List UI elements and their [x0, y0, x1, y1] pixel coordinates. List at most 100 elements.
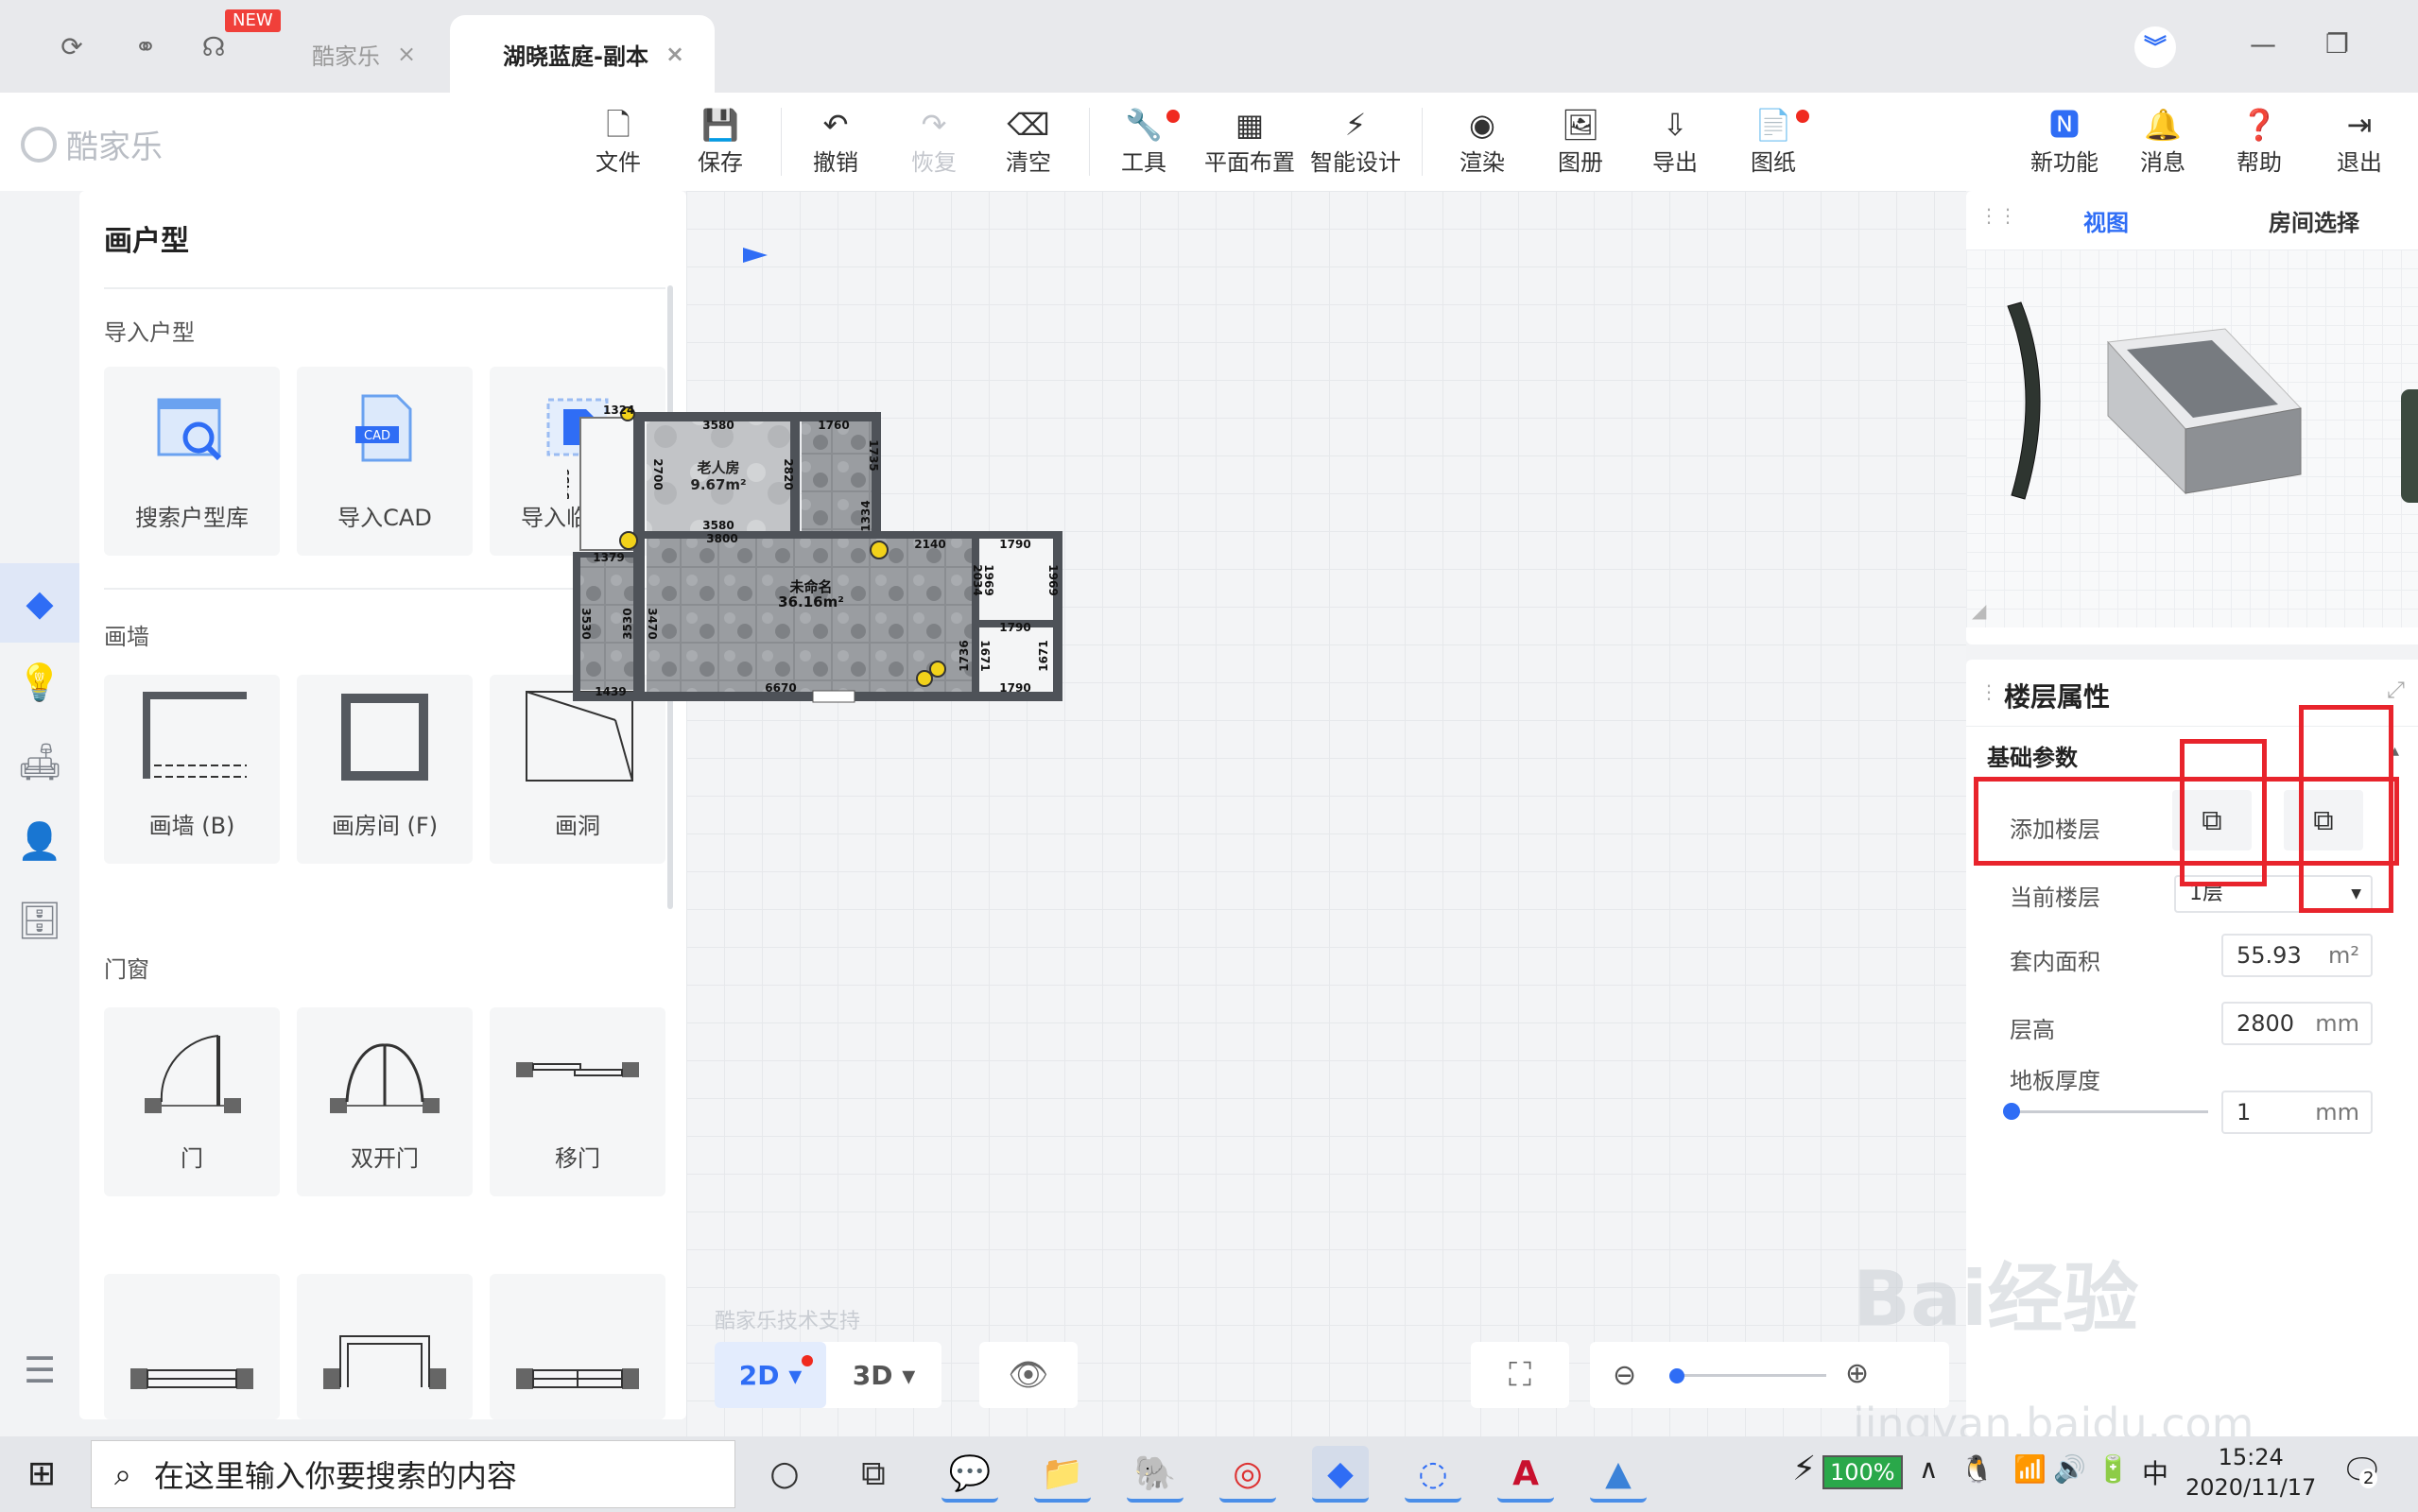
zoom-slider-handle[interactable] — [1669, 1368, 1684, 1383]
room-floor-main[interactable] — [647, 539, 972, 692]
card-label: 画洞 — [555, 813, 600, 839]
tray-expand-icon[interactable]: ∧ — [1919, 1453, 1939, 1485]
floor-thickness-input[interactable]: 1 mm — [2221, 1091, 2373, 1134]
cabinet-icon[interactable]: 🗄 — [0, 881, 79, 960]
evernote-icon[interactable]: 🐘 — [1127, 1446, 1183, 1503]
tab-project-copy[interactable]: 湖晓蓝庭-副本 × — [450, 15, 715, 93]
gallery-button[interactable]: 🖼 图册 — [1558, 106, 1603, 177]
minimize-icon[interactable]: — — [2250, 28, 2276, 60]
help-button[interactable]: ❓ 帮助 — [2237, 106, 2282, 177]
volume-icon[interactable]: 🔊 — [2053, 1453, 2086, 1485]
autocad-icon[interactable]: A — [1497, 1446, 1554, 1503]
user-icon[interactable]: 👤 — [0, 801, 79, 881]
inner-area-field[interactable]: 55.93 m² — [2221, 934, 2373, 977]
resize-handle-icon[interactable]: ◢ — [1972, 599, 1986, 622]
chevrons-down-icon[interactable]: ︾ — [2134, 26, 2176, 68]
thickness-slider-handle[interactable] — [2003, 1103, 2020, 1120]
dim-label: 3530 — [621, 608, 634, 639]
render-button[interactable]: ◉ 渲染 — [1459, 106, 1505, 177]
thickness-slider-track[interactable] — [2010, 1110, 2208, 1113]
close-icon[interactable]: × — [665, 41, 684, 67]
zoom-out-icon[interactable]: ⊖ — [1613, 1359, 1636, 1392]
restore-icon[interactable]: ❐ — [2325, 28, 2349, 60]
double-door-card[interactable]: 双开门 — [297, 1007, 473, 1196]
wrench-icon: 🔧 — [1121, 106, 1180, 144]
expand-icon[interactable]: ⤢ — [2387, 677, 2405, 703]
task-view-icon[interactable]: ⧉ — [845, 1446, 902, 1503]
search-floorplan-library-card[interactable]: 搜索户型库 — [104, 367, 280, 556]
export-button[interactable]: ⇩ 导出 — [1652, 106, 1698, 177]
drag-handle-icon[interactable]: ⋮⋮ — [1979, 204, 2017, 227]
side-slider-icon[interactable] — [2401, 389, 2418, 503]
sliding-window-card[interactable] — [490, 1274, 665, 1419]
smart-design-button[interactable]: ⚡ 智能设计 — [1310, 106, 1401, 177]
view-2d-button[interactable]: 2D ▾ — [715, 1342, 826, 1408]
gallery-label: 图册 — [1558, 149, 1603, 176]
design-canvas[interactable]: 老人房 9.67m² 未命名 36.16m² 1324 3580 1760 17… — [567, 191, 1966, 1436]
photos-icon[interactable]: ▲ — [1590, 1446, 1647, 1503]
view-3d-button[interactable]: 3D ▾ — [826, 1360, 941, 1391]
sliding-door-card[interactable]: 移门 — [490, 1007, 665, 1196]
catalog-icon[interactable]: ☰ — [0, 1331, 79, 1410]
zoom-slider-track[interactable] — [1675, 1374, 1826, 1377]
toolbar-divider — [1422, 108, 1423, 176]
dim-label: 1671 — [978, 640, 992, 671]
help-icon: ❓ — [2240, 107, 2278, 143]
headset-icon[interactable]: ☊ — [195, 28, 233, 66]
windows-start-icon[interactable]: ⊞ — [21, 1453, 62, 1495]
notification-icon[interactable]: 🗨2 — [2340, 1452, 2384, 1491]
refresh-icon[interactable]: ⟳ — [53, 28, 91, 66]
dim-label: 1324 — [603, 404, 634, 417]
draw-wall-card[interactable]: 画墙 (B) — [104, 675, 280, 864]
tools-button[interactable]: 🔧 工具 — [1121, 106, 1180, 177]
window-card[interactable] — [104, 1274, 280, 1419]
window-opening[interactable] — [812, 690, 855, 703]
save-icon: 💾 — [701, 107, 739, 143]
messages-button[interactable]: 🔔 消息 — [2140, 106, 2185, 177]
cortana-icon[interactable]: ○ — [756, 1446, 813, 1503]
lightbulb-icon[interactable]: 💡 — [0, 643, 79, 722]
redo-button[interactable]: ↷ 恢复 — [911, 106, 957, 177]
floor-height-input[interactable]: 2800 mm — [2221, 1002, 2373, 1045]
floor-height-value: 2800 — [2237, 1010, 2295, 1037]
power-icon[interactable]: 🔋 — [2097, 1453, 2130, 1485]
tab-kujiale[interactable]: 酷家乐 × — [312, 15, 454, 93]
system-clock[interactable]: 15:24 2020/11/17 — [2185, 1442, 2316, 1503]
bay-window-card[interactable] — [297, 1274, 473, 1419]
ime-indicator[interactable]: 中 — [2142, 1453, 2168, 1491]
wifi-icon[interactable]: 📶 — [2013, 1453, 2047, 1485]
close-icon[interactable]: × — [397, 41, 416, 67]
taskbar-search-box[interactable]: ⌕ 在这里输入你要搜索的内容 — [91, 1440, 735, 1508]
file-explorer-icon[interactable]: 📁 — [1034, 1446, 1091, 1503]
inner-area-label: 套内面积 — [2010, 949, 2100, 975]
exit-button[interactable]: ⇥ 退出 — [2337, 106, 2382, 177]
floorplan-tool-icon[interactable]: ◆ — [0, 563, 79, 643]
save-button[interactable]: 💾 保存 — [698, 106, 743, 177]
qq-icon[interactable]: 🐧 — [1960, 1453, 1994, 1485]
tab-room-select[interactable]: 房间选择 — [2269, 204, 2359, 237]
panel-title: 画户型 — [104, 225, 189, 258]
clear-button[interactable]: ⌫ 清空 — [1006, 106, 1051, 177]
chat-app-icon[interactable]: ◌ — [1405, 1446, 1461, 1503]
new-features-button[interactable]: 🅽 新功能 — [2030, 106, 2098, 177]
tab-view[interactable]: 视图 — [2083, 204, 2129, 237]
sofa-icon[interactable]: 🛋 — [0, 722, 79, 801]
file-button[interactable]: 🗋 文件 — [596, 106, 641, 177]
balcony-room[interactable] — [579, 417, 638, 551]
drawings-button[interactable]: 📄 图纸 — [1751, 106, 1809, 177]
3d-minimap[interactable]: ◢ — [1966, 249, 2418, 627]
door-card[interactable]: 门 — [104, 1007, 280, 1196]
fit-screen-icon[interactable]: ⛶ — [1471, 1342, 1569, 1408]
floor-layout-button[interactable]: ▦ 平面布置 — [1204, 106, 1295, 177]
undo-button[interactable]: ↶ 撤销 — [813, 106, 858, 177]
chrome-icon[interactable]: ◎ — [1219, 1446, 1276, 1503]
wechat-icon[interactable]: 💬 — [941, 1446, 998, 1503]
import-cad-card[interactable]: CAD 导入CAD — [297, 367, 473, 556]
visibility-eye-icon[interactable]: 👁 — [979, 1342, 1078, 1408]
link-icon[interactable]: ⚭ — [127, 28, 164, 66]
zoom-in-icon[interactable]: ⊕ — [1845, 1357, 1869, 1390]
floorplan-plan[interactable]: 老人房 9.67m² 未命名 36.16m² 1324 3580 1760 17… — [567, 404, 1134, 782]
battery-indicator[interactable]: 100% — [1822, 1455, 1903, 1489]
draw-room-card[interactable]: 画房间 (F) — [297, 675, 473, 864]
kujiale-app-icon[interactable]: ◆ — [1312, 1446, 1369, 1503]
